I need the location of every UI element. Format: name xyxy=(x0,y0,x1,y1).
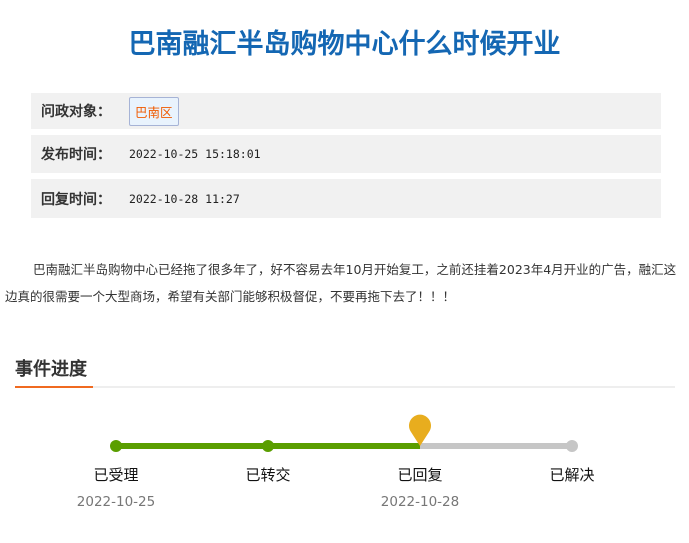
publish-time: 2022-10-25 15:18:01 xyxy=(129,147,261,161)
page-title: 巴南融汇半岛购物中心什么时候开业 xyxy=(128,29,561,60)
target-label: 问政对象： xyxy=(41,104,111,120)
target-tag[interactable]: 巴南区 xyxy=(129,96,179,126)
step-date: 2022-10-25 xyxy=(76,494,156,510)
section-underline xyxy=(15,386,93,388)
publish-label: 发布时间： xyxy=(41,147,111,163)
section-divider xyxy=(15,386,675,388)
current-step-marker-icon xyxy=(408,413,432,451)
step-label: 已转交 xyxy=(245,466,291,484)
target-row: 问政对象： 巴南区 xyxy=(31,93,661,129)
step-date: 2022-10-28 xyxy=(380,494,460,510)
step-dot xyxy=(566,440,578,452)
reply-label: 回复时间： xyxy=(41,191,111,208)
step-label: 已回复 xyxy=(397,466,443,484)
publish-row: 发布时间： 2022-10-25 15:18:01 xyxy=(31,135,661,173)
step-label: 已解决 xyxy=(549,466,595,484)
progress-heading: 事件进度 xyxy=(15,359,87,380)
step-label: 已受理 xyxy=(93,466,139,484)
progress-track-pending xyxy=(420,443,572,449)
reply-time: 2022-10-28 11:27 xyxy=(129,191,240,206)
step-dot xyxy=(262,440,274,452)
reply-row: 回复时间： 2022-10-28 11:27 xyxy=(31,179,661,218)
question-content: 巴南融汇半岛购物中心已经拖了很多年了，好不容易去年10月开始复工，之前还挂着20… xyxy=(5,262,677,304)
step-dot xyxy=(110,440,122,452)
